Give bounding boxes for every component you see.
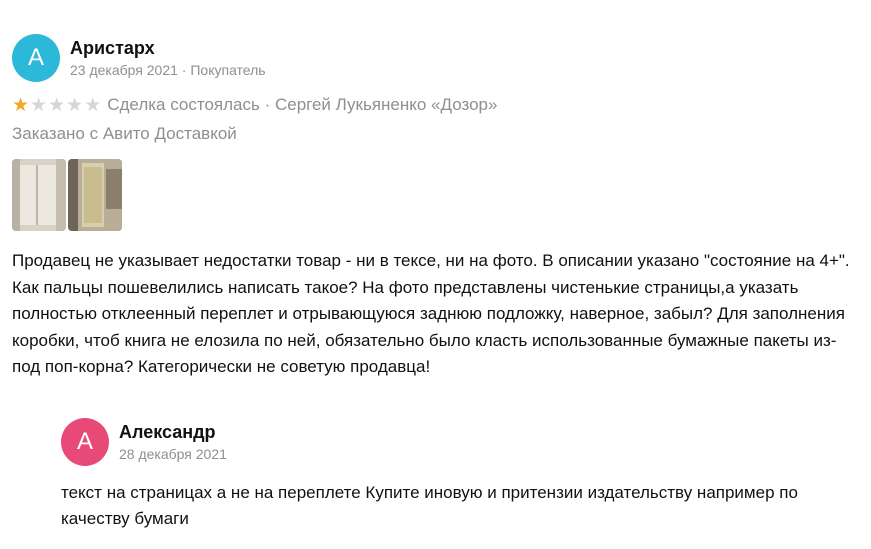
star-icon: ★ bbox=[48, 94, 66, 116]
reply-author-name[interactable]: Александр bbox=[119, 422, 216, 443]
review-photo-thumbnail[interactable] bbox=[12, 159, 66, 231]
reply-avatar: А bbox=[61, 418, 109, 466]
delivery-note: Заказано с Авито Доставкой bbox=[12, 124, 237, 143]
book-photo-2-icon bbox=[68, 159, 122, 231]
star-icon: ★ bbox=[66, 94, 84, 116]
star-rating: ★ ★ ★ ★ ★ bbox=[12, 96, 101, 115]
star-icon: ★ bbox=[12, 94, 30, 116]
reply-avatar-initial: А bbox=[76, 428, 93, 455]
star-icon: ★ bbox=[30, 94, 48, 116]
reviewer-avatar-initial: А bbox=[27, 44, 44, 71]
star-icon: ★ bbox=[84, 94, 102, 116]
meta-separator: · bbox=[177, 62, 191, 78]
review-date: 23 декабря 2021 bbox=[70, 62, 178, 78]
book-photo-1-icon bbox=[12, 159, 66, 231]
reply-text: текст на страницах а не на переплете Куп… bbox=[61, 483, 798, 528]
review-photos bbox=[12, 159, 122, 231]
review-meta: 23 декабря 2021 · Покупатель bbox=[70, 62, 266, 78]
reply-date: 28 декабря 2021 bbox=[119, 446, 227, 462]
rating-row: ★ ★ ★ ★ ★ Сделка состоялась · Сергей Лук… bbox=[12, 94, 497, 116]
review-photo-thumbnail[interactable] bbox=[68, 159, 122, 231]
reviewer-name[interactable]: Аристарх bbox=[70, 38, 155, 59]
reviewer-role: Покупатель bbox=[190, 62, 266, 78]
review-text: Продавец не указывает недостатки товар -… bbox=[12, 251, 850, 376]
reviewer-avatar: А bbox=[12, 34, 60, 82]
deal-status: Сделка состоялась · Сергей Лукьяненко «Д… bbox=[107, 95, 498, 114]
